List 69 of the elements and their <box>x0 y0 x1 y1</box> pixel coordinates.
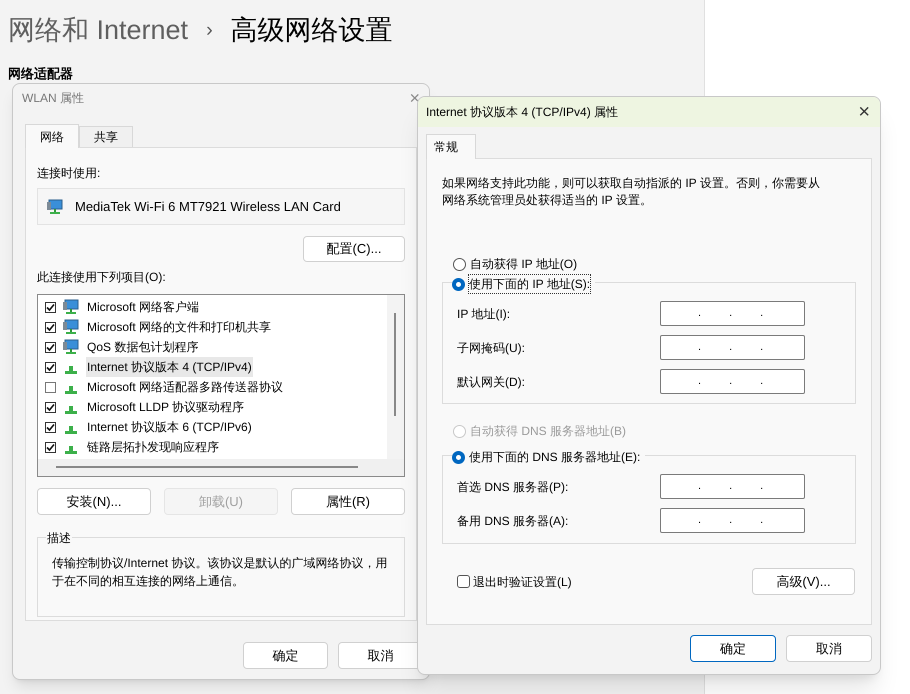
field-label: IP 地址(I): <box>457 306 512 322</box>
list-item[interactable]: Microsoft 网络的文件和打印机共享 <box>86 317 272 337</box>
tab[interactable]: 共享 <box>79 126 133 147</box>
network-protocol-icon <box>65 366 77 374</box>
checkbox[interactable] <box>45 342 56 352</box>
list-item[interactable]: Microsoft 网络适配器多路传送器协议 <box>86 377 284 397</box>
network-protocol-icon <box>65 386 77 394</box>
list-item[interactable]: Microsoft LLDP 协议驱动程序 <box>86 397 246 417</box>
network-computer-icon <box>63 319 79 335</box>
checkbox-label: 退出时验证设置(L) <box>473 574 572 590</box>
ip-address-field[interactable]: . . . <box>660 335 805 360</box>
ip-address-field[interactable]: . . . <box>660 301 805 326</box>
checkbox[interactable] <box>45 442 56 452</box>
horizontal-scrollbar[interactable] <box>38 459 404 476</box>
vertical-scrollbar[interactable] <box>387 295 404 459</box>
breadcrumb-separator: › <box>206 18 213 44</box>
network-computer-icon <box>63 339 79 355</box>
connect-using-label: 连接时使用: <box>37 165 102 182</box>
configure-button[interactable]: 配置(C)... <box>303 236 405 262</box>
list-item[interactable]: 链路层拓扑发现响应程序 <box>86 437 220 457</box>
advanced-button[interactable]: 高级(V)... <box>752 568 855 595</box>
radio-button[interactable] <box>452 450 465 464</box>
network-protocol-icon <box>65 426 77 434</box>
field-label: 备用 DNS 服务器(A): <box>457 512 570 530</box>
action-button[interactable]: 属性(R) <box>291 488 405 515</box>
tab[interactable]: 网络 <box>25 124 79 148</box>
window-title: Internet 协议版本 4 (TCP/IPv4) 属性 <box>426 104 618 121</box>
dialog-button[interactable]: 取消 <box>786 635 872 662</box>
list-item[interactable]: QoS 数据包计划程序 <box>86 337 200 357</box>
dialog-button[interactable]: 确定 <box>243 642 328 669</box>
checkbox[interactable] <box>45 382 56 392</box>
radio-label: 自动获得 DNS 服务器地址(B) <box>469 423 627 440</box>
network-computer-icon <box>47 198 63 214</box>
network-computer-icon <box>63 299 79 315</box>
network-protocol-icon <box>65 446 77 454</box>
close-button[interactable]: × <box>858 102 870 122</box>
ip-address-field[interactable]: . . . <box>660 369 805 394</box>
adapter-box: MediaTek Wi-Fi 6 MT7921 Wireless LAN Card <box>37 188 405 225</box>
checkbox[interactable] <box>457 575 470 588</box>
dialog-button[interactable]: 确定 <box>690 635 776 662</box>
section-heading: 网络适配器 <box>8 64 74 82</box>
checkbox[interactable] <box>45 402 56 412</box>
radio-button[interactable] <box>452 278 465 290</box>
field-label: 子网掩码(U): <box>457 340 526 356</box>
radio-label: 自动获得 IP 地址(O) <box>469 256 578 273</box>
checkbox[interactable] <box>45 322 56 332</box>
list-item[interactable]: Internet 协议版本 6 (TCP/IPv6) <box>86 417 253 437</box>
network-protocol-icon <box>65 406 77 414</box>
field-label: 首选 DNS 服务器(P): <box>457 478 570 496</box>
checkbox[interactable] <box>45 422 56 432</box>
checkbox[interactable] <box>45 302 56 312</box>
field-label: 默认网关(D): <box>457 374 526 390</box>
breadcrumb-link[interactable]: 网络和 Internet <box>8 10 188 50</box>
intro-text: 如果网络支持此功能，则可以获取自动指派的 IP 设置。否则，你需要从网络系统管理员处获得适当的 IP 设置。 <box>442 175 821 209</box>
list-item[interactable]: Internet 协议版本 4 (TCP/IPv4) <box>86 357 253 377</box>
radio-label: 使用下面的 IP 地址(S): <box>468 274 592 294</box>
page-title: 高级网络设置 <box>230 14 393 47</box>
ip-address-field[interactable]: . . . <box>660 508 805 533</box>
window-title: WLAN 属性 <box>22 90 84 107</box>
description-text: 传输控制协议/Internet 协议。该协议是默认的广域网络协议，用于在不同的相互连接的网络上通信。 <box>52 555 388 590</box>
action-button[interactable]: 安装(N)... <box>37 488 151 515</box>
group-legend: 描述 <box>46 529 72 547</box>
checkbox[interactable] <box>45 362 56 372</box>
items-label: 此连接使用下列项目(O): <box>37 269 167 286</box>
ip-address-field[interactable]: . . . <box>660 474 805 499</box>
radio-label: 使用下面的 DNS 服务器地址(E): <box>468 449 642 466</box>
tab[interactable]: 常规 <box>426 134 476 159</box>
radio-button[interactable] <box>453 258 466 270</box>
list-item[interactable]: Microsoft 网络客户端 <box>86 297 200 317</box>
